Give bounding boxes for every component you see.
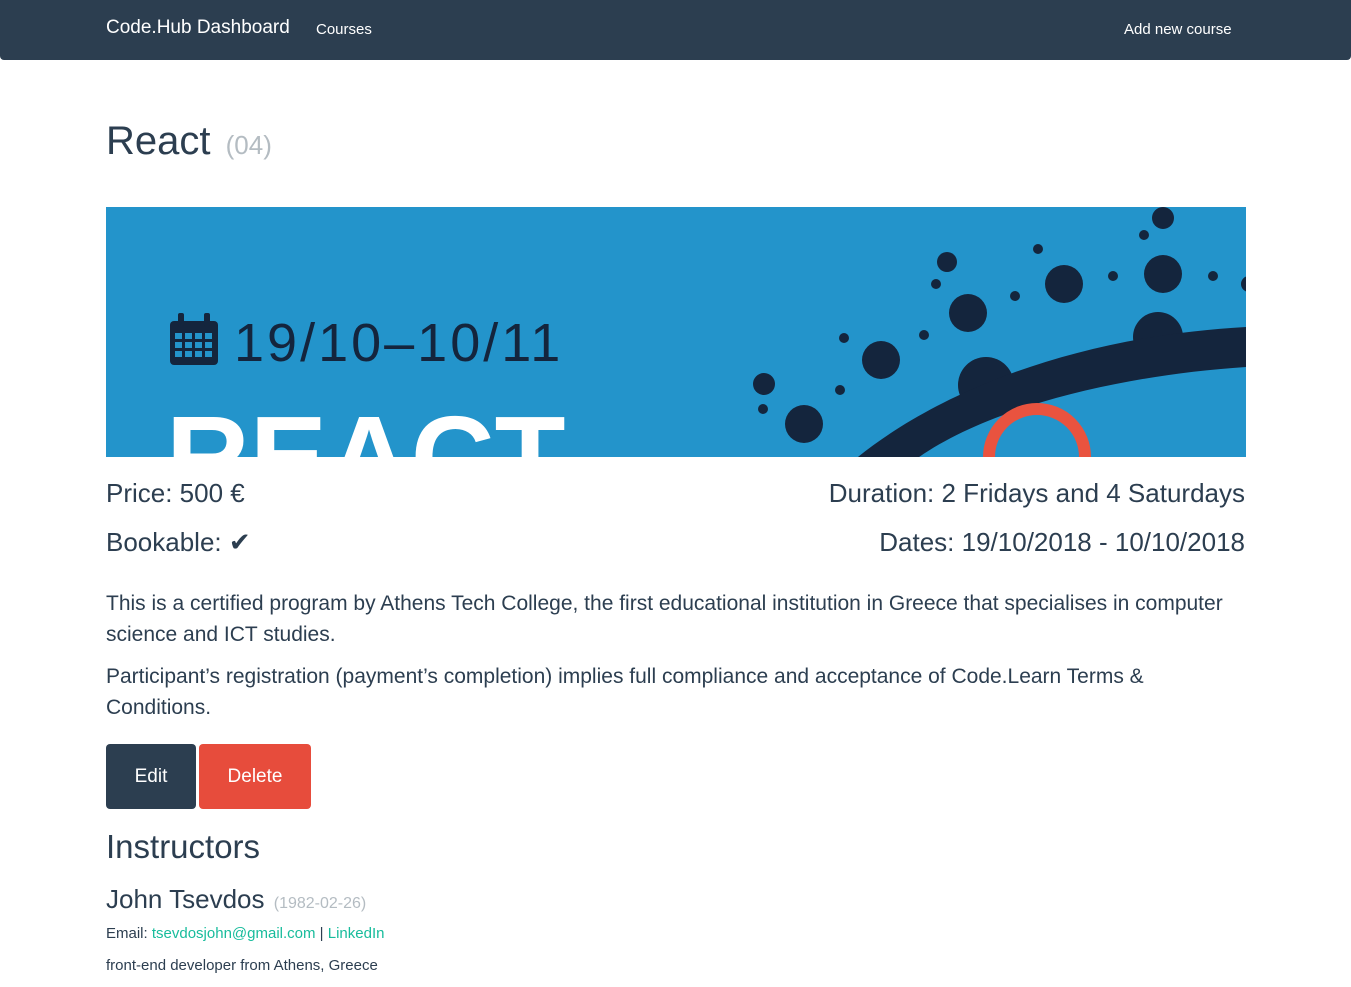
edit-button[interactable]: Edit: [106, 744, 196, 809]
course-terms-paragraph: Participant’s registration (payment’s co…: [106, 665, 1144, 719]
instructor-name-line: John Tsevdos (1982-02-26): [106, 884, 366, 915]
contact-separator: |: [319, 925, 324, 942]
instructor-linkedin-link[interactable]: LinkedIn: [328, 925, 385, 942]
banner-dates-text: 19/10–10/11: [234, 313, 563, 373]
banner-title-text: REACT: [166, 392, 566, 457]
bookable-label: Bookable:: [106, 527, 222, 557]
course-price: Price: 500 €: [106, 478, 245, 508]
instructor-contact: Email: tsevdosjohn@gmail.com | LinkedIn: [106, 925, 384, 942]
delete-button[interactable]: Delete: [199, 744, 311, 809]
bookable-check-icon: ✔: [228, 527, 251, 557]
instructor-bio: front-end developer from Athens, Greece: [106, 957, 378, 974]
course-title: React: [106, 119, 211, 163]
navbar-brand[interactable]: Code.Hub Dashboard: [106, 17, 290, 39]
course-code: (04): [225, 130, 272, 160]
instructor-dob: (1982-02-26): [273, 895, 367, 912]
course-duration: Duration: 2 Fridays and 4 Saturdays: [828, 478, 1245, 508]
nav-link-add-new-course[interactable]: Add new course: [1124, 21, 1232, 38]
instructor-email-link[interactable]: tsevdosjohn@gmail.com: [152, 925, 316, 942]
instructors-heading: Instructors: [106, 828, 261, 865]
course-dates: Dates: 19/10/2018 - 10/10/2018: [879, 527, 1245, 557]
email-label: Email:: [106, 925, 148, 942]
nav-link-courses[interactable]: Courses: [316, 21, 372, 38]
course-bookable: Bookable: ✔: [106, 527, 251, 558]
navbar: Code.Hub Dashboard Courses Add new cours…: [0, 0, 1351, 60]
instructor-name: John Tsevdos: [106, 884, 265, 914]
page-title: React (04): [106, 119, 272, 164]
course-banner-image: 19/10–10/11 REACT: [106, 207, 1246, 457]
course-description-paragraph: This is a certified program by Athens Te…: [106, 592, 1223, 646]
